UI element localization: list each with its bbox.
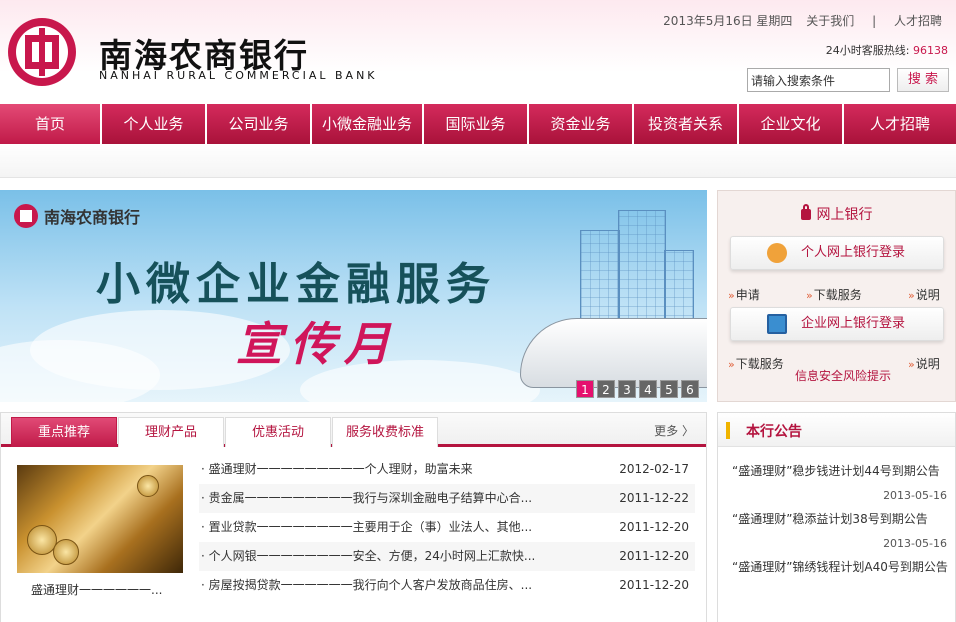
page: 南海农商银行 NANHAI RURAL COMMERCIAL BANK 2013… xyxy=(0,0,956,622)
nav-careers[interactable]: 人才招聘 xyxy=(844,104,956,144)
person-icon xyxy=(767,243,787,263)
news-date: 2011-12-20 xyxy=(619,520,689,534)
more-link[interactable]: 更多 〉 xyxy=(654,422,694,439)
online-banking-panel: 网上银行 个人网上银行登录 »申请 »下载服务 »说明 企业网上银行登录 »下载… xyxy=(717,190,956,402)
current-date: 2013年5月16日 星期四 xyxy=(663,14,793,28)
tab-wealth-products[interactable]: 理财产品 xyxy=(118,417,224,447)
slide-dot-5[interactable]: 5 xyxy=(660,380,678,398)
banner-logo-text: 南海农商银行 xyxy=(44,208,141,227)
slide-dot-3[interactable]: 3 xyxy=(618,380,636,398)
notice-accent xyxy=(726,422,730,439)
slide-dot-6[interactable]: 6 xyxy=(681,380,699,398)
tab-featured[interactable]: 重点推荐 xyxy=(11,417,117,447)
search-button[interactable]: 搜 索 xyxy=(897,68,949,92)
news-row[interactable]: · 房屋按揭贷款一一一一一一我行向个人客户发放商品住房、... 2011-12-2… xyxy=(199,571,695,600)
notice-panel: 本行公告 “盛通理财”稳步钱进计划44号到期公告 2013-05-16 “盛通理… xyxy=(717,412,956,622)
news-date: 2012-02-17 xyxy=(619,462,689,476)
explain-link-2[interactable]: »说明 xyxy=(908,355,940,372)
notice-date: 2013-05-16 xyxy=(883,537,947,550)
promo-banner[interactable]: 南海农商银行 小微企业金融服务 宣传月 1 2 3 4 5 6 xyxy=(0,190,707,402)
online-banking-label: 网上银行 xyxy=(816,207,873,223)
tab-promotions[interactable]: 优惠活动 xyxy=(225,417,331,447)
download-link-2[interactable]: »下载服务 xyxy=(728,355,784,372)
nav-culture[interactable]: 企业文化 xyxy=(739,104,844,144)
header: 南海农商银行 NANHAI RURAL COMMERCIAL BANK 2013… xyxy=(0,0,956,104)
download-link-1-label: 下载服务 xyxy=(813,288,862,302)
main-nav: 首页 个人业务 公司业务 小微金融业务 国际业务 资金业务 投资者关系 企业文化… xyxy=(0,104,956,144)
news-list: · 盛通理财一一一一一一一一一个人理财，助富未来 2012-02-17 · 贵金属… xyxy=(199,455,695,600)
news-row[interactable]: · 个人网银一一一一一一一一安全、方便，24小时网上汇款快... 2011-12-… xyxy=(199,542,695,571)
news-date: 2011-12-22 xyxy=(619,491,689,505)
explain-link-2-label: 说明 xyxy=(915,357,940,371)
news-title[interactable]: · 置业贷款一一一一一一一一主要用于企（事）业法人、其他... xyxy=(201,513,532,542)
personal-login-label: 个人网上银行登录 xyxy=(801,245,906,260)
news-row[interactable]: · 置业贷款一一一一一一一一主要用于企（事）业法人、其他... 2011-12-2… xyxy=(199,513,695,542)
nav-home[interactable]: 首页 xyxy=(0,104,102,144)
hotline-label: 24小时客服热线: xyxy=(825,44,910,57)
news-row[interactable]: · 盛通理财一一一一一一一一一个人理财，助富未来 2012-02-17 xyxy=(199,455,695,484)
link-separator: | xyxy=(872,14,877,28)
notice-item[interactable]: “盛通理财”锦绣钱程计划A40号到期公告 xyxy=(732,559,952,576)
featured-thumbnail[interactable] xyxy=(17,465,183,573)
nav-corporate[interactable]: 公司业务 xyxy=(207,104,312,144)
apply-link[interactable]: »申请 xyxy=(728,286,760,303)
slide-dot-1[interactable]: 1 xyxy=(576,380,594,398)
computer-icon xyxy=(767,314,787,334)
explain-link-1-label: 说明 xyxy=(915,288,940,302)
online-banking-title: 网上银行 xyxy=(718,204,955,224)
nav-investor-relations[interactable]: 投资者关系 xyxy=(634,104,739,144)
banner-subline: 宣传月 xyxy=(236,317,398,371)
news-date: 2011-12-20 xyxy=(619,578,689,592)
search-input[interactable] xyxy=(747,68,890,92)
slide-indicator: 1 2 3 4 5 6 xyxy=(576,380,699,398)
download-link-1[interactable]: »下载服务 xyxy=(806,286,862,303)
tabs-bar: 重点推荐 理财产品 优惠活动 服务收费标准 更多 〉 xyxy=(1,413,706,447)
notice-item[interactable]: “盛通理财”稳步钱进计划44号到期公告 xyxy=(732,463,952,480)
notice-item[interactable]: “盛通理财”稳添益计划38号到期公告 xyxy=(732,511,952,528)
news-row[interactable]: · 贵金属一一一一一一一一一我行与深圳金融电子结算中心合... 2011-12-2… xyxy=(199,484,695,513)
bank-logo-icon[interactable] xyxy=(8,18,76,86)
news-date: 2011-12-20 xyxy=(619,549,689,563)
nav-international[interactable]: 国际业务 xyxy=(424,104,529,144)
nav-small-business[interactable]: 小微金融业务 xyxy=(312,104,424,144)
hotline-number: 96138 xyxy=(913,44,948,57)
nav-personal[interactable]: 个人业务 xyxy=(102,104,207,144)
download-link-2-label: 下载服务 xyxy=(735,357,784,371)
security-risk-link[interactable]: 信息安全风险提示 xyxy=(795,367,891,384)
news-title[interactable]: · 贵金属一一一一一一一一一我行与深圳金融电子结算中心合... xyxy=(201,484,532,513)
news-title[interactable]: · 个人网银一一一一一一一一安全、方便，24小时网上汇款快... xyxy=(201,542,535,571)
hotline: 24小时客服热线: 96138 xyxy=(826,42,948,58)
news-title[interactable]: · 房屋按揭贷款一一一一一一我行向个人客户发放商品住房、... xyxy=(201,571,532,600)
apply-link-label: 申请 xyxy=(735,288,760,302)
explain-link-1[interactable]: »说明 xyxy=(908,286,940,303)
news-title[interactable]: · 盛通理财一一一一一一一一一个人理财，助富未来 xyxy=(201,455,473,484)
personal-login-button[interactable]: 个人网上银行登录 xyxy=(730,236,944,270)
recommend-panel: 重点推荐 理财产品 优惠活动 服务收费标准 更多 〉 盛通理财一一一一一一...… xyxy=(0,412,707,622)
notice-date: 2013-05-16 xyxy=(883,489,947,502)
enterprise-login-button[interactable]: 企业网上银行登录 xyxy=(730,307,944,341)
notice-title: 本行公告 xyxy=(746,424,802,440)
notice-header: 本行公告 xyxy=(718,413,955,447)
nav-treasury[interactable]: 资金业务 xyxy=(529,104,634,144)
slide-dot-2[interactable]: 2 xyxy=(597,380,615,398)
lock-icon xyxy=(800,204,811,220)
sub-nav-bar xyxy=(0,144,956,178)
featured-caption[interactable]: 盛通理财一一一一一一... xyxy=(31,581,162,598)
banner-logo-icon xyxy=(14,204,38,228)
slide-dot-4[interactable]: 4 xyxy=(639,380,657,398)
banner-headline: 小微企业金融服务 xyxy=(96,259,496,310)
bank-name-en: NANHAI RURAL COMMERCIAL BANK xyxy=(99,69,378,82)
tab-fee-standards[interactable]: 服务收费标准 xyxy=(332,417,438,447)
enterprise-login-label: 企业网上银行登录 xyxy=(801,316,906,331)
top-links: 2013年5月16日 星期四 关于我们 | 人才招聘 xyxy=(653,12,942,29)
careers-link[interactable]: 人才招聘 xyxy=(894,14,942,28)
about-link[interactable]: 关于我们 xyxy=(806,14,854,28)
train-illustration xyxy=(520,318,707,388)
